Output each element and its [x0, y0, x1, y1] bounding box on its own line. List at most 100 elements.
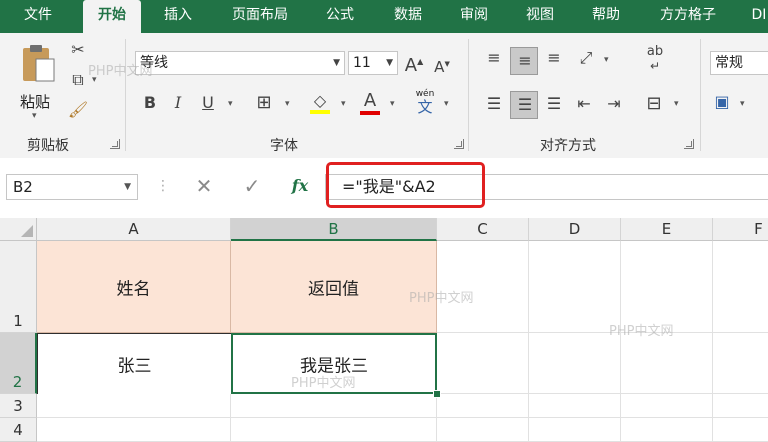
- italic-button[interactable]: I: [168, 92, 188, 114]
- tab-di[interactable]: DI: [744, 0, 768, 33]
- number-format-combo[interactable]: 常规: [710, 51, 768, 75]
- cell-f4[interactable]: [713, 418, 768, 442]
- clipboard-launcher-icon[interactable]: [110, 139, 120, 149]
- tab-data[interactable]: 数据: [382, 0, 434, 33]
- merge-center-icon[interactable]: ⊟: [642, 93, 666, 115]
- cell-c3[interactable]: [437, 394, 529, 418]
- chevron-down-icon: ▼: [124, 182, 131, 192]
- tab-formulas[interactable]: 公式: [314, 0, 366, 33]
- tab-page-layout[interactable]: 页面布局: [220, 0, 300, 33]
- number-format-value: 常规: [715, 55, 743, 71]
- font-group-label: 字体: [270, 138, 298, 154]
- orientation-icon[interactable]: ⤢: [574, 47, 598, 69]
- cell-d2[interactable]: [529, 333, 621, 394]
- cell-d3[interactable]: [529, 394, 621, 418]
- tab-file[interactable]: 文件: [12, 0, 64, 33]
- tab-fangfang[interactable]: 方方格子: [646, 0, 730, 33]
- column-header-c[interactable]: C: [437, 218, 529, 241]
- cell-e2[interactable]: [621, 333, 713, 394]
- fill-handle[interactable]: [433, 390, 441, 398]
- row-header-2[interactable]: 2: [0, 333, 37, 394]
- watermark: PHP中文网: [409, 291, 474, 306]
- underline-button[interactable]: U: [198, 92, 218, 114]
- chevron-down-icon: ▼: [333, 58, 340, 68]
- decrease-font-icon[interactable]: A▼: [430, 53, 454, 78]
- phonetic-glyph: 文: [417, 98, 433, 116]
- align-top-icon[interactable]: ≡: [482, 47, 506, 69]
- increase-indent-icon[interactable]: ⇥: [602, 93, 626, 115]
- row-header-4[interactable]: 4: [0, 418, 37, 442]
- font-color-dropdown-icon[interactable]: ▾: [390, 99, 395, 109]
- bold-button[interactable]: B: [140, 92, 160, 114]
- merge-dropdown-icon[interactable]: ▾: [674, 99, 679, 109]
- borders-dropdown-icon[interactable]: ▾: [285, 99, 290, 109]
- cell-a2[interactable]: 张三: [37, 333, 232, 395]
- align-center-button[interactable]: ☰: [510, 91, 538, 119]
- cell-c4[interactable]: [437, 418, 529, 442]
- cell-b1[interactable]: 返回值: [231, 241, 437, 333]
- font-launcher-icon[interactable]: [454, 139, 464, 149]
- insert-function-button[interactable]: fx: [286, 175, 314, 197]
- cell-e4[interactable]: [621, 418, 713, 442]
- cell-d4[interactable]: [529, 418, 621, 442]
- format-painter-icon[interactable]: 🖌: [66, 99, 90, 121]
- cancel-icon[interactable]: ✕: [192, 175, 216, 197]
- font-size-combo[interactable]: 11 ▼: [348, 51, 398, 75]
- accounting-format-icon[interactable]: ▣: [710, 91, 734, 113]
- copy-icon[interactable]: ⧉: [66, 69, 90, 91]
- fill-color-icon[interactable]: ◇: [308, 90, 332, 114]
- paste-button[interactable]: 粘贴 ▾: [18, 41, 58, 121]
- tab-review[interactable]: 审阅: [448, 0, 500, 33]
- column-header-e[interactable]: E: [621, 218, 713, 241]
- cell-a1[interactable]: 姓名: [37, 241, 231, 333]
- cell-a3[interactable]: [37, 394, 231, 418]
- cell-d1[interactable]: [529, 241, 621, 333]
- clipboard-group-label: 剪贴板: [27, 138, 69, 154]
- select-all-button[interactable]: [0, 218, 37, 241]
- tab-help[interactable]: 帮助: [580, 0, 632, 33]
- cell-c2[interactable]: [437, 333, 529, 394]
- formula-buttons: ✕ ✓ fx: [180, 174, 325, 200]
- cell-f3[interactable]: [713, 394, 768, 418]
- tab-home[interactable]: 开始: [83, 0, 141, 33]
- column-header-d[interactable]: D: [529, 218, 621, 241]
- font-color-bar: [360, 111, 380, 115]
- row-header-1[interactable]: 1: [0, 241, 37, 333]
- decrease-indent-icon[interactable]: ⇤: [572, 93, 596, 115]
- column-header-a[interactable]: A: [37, 218, 231, 241]
- borders-icon[interactable]: ⊞: [252, 92, 276, 114]
- orientation-dropdown-icon[interactable]: ▾: [604, 55, 609, 65]
- increase-font-icon[interactable]: A▲: [402, 51, 426, 77]
- name-box[interactable]: B2 ▼: [6, 174, 138, 200]
- cell-b3[interactable]: [231, 394, 437, 418]
- underline-dropdown-icon[interactable]: ▾: [228, 99, 233, 109]
- fill-color-dropdown-icon[interactable]: ▾: [341, 99, 346, 109]
- divider: [468, 39, 469, 151]
- font-color-button[interactable]: A: [358, 90, 382, 115]
- font-size-value: 11: [353, 55, 371, 71]
- tab-insert[interactable]: 插入: [152, 0, 204, 33]
- font-name-combo[interactable]: 等线 ▼: [135, 51, 345, 75]
- align-left-icon[interactable]: ☰: [482, 93, 506, 115]
- column-header-f[interactable]: F: [713, 218, 768, 241]
- align-middle-button[interactable]: ≡: [510, 47, 538, 75]
- phonetic-button[interactable]: wén 文: [412, 89, 438, 119]
- cell-f2[interactable]: [713, 333, 768, 394]
- phonetic-dropdown-icon[interactable]: ▾: [444, 99, 449, 109]
- cut-icon[interactable]: ✂: [66, 39, 90, 61]
- cell-f1[interactable]: [713, 241, 768, 333]
- column-header-b[interactable]: B: [231, 218, 437, 241]
- enter-icon[interactable]: ✓: [240, 175, 264, 197]
- cell-b4[interactable]: [231, 418, 437, 442]
- cell-e3[interactable]: [621, 394, 713, 418]
- alignment-launcher-icon[interactable]: [684, 139, 694, 149]
- tab-view[interactable]: 视图: [514, 0, 566, 33]
- align-right-icon[interactable]: ☰: [542, 93, 566, 115]
- watermark: PHP中文网: [609, 324, 674, 339]
- align-center-icon: ☰: [517, 95, 533, 114]
- cell-a4[interactable]: [37, 418, 231, 442]
- accounting-dropdown-icon[interactable]: ▾: [740, 99, 745, 109]
- wrap-text-icon[interactable]: ab ↵: [642, 45, 668, 74]
- row-header-3[interactable]: 3: [0, 394, 37, 418]
- align-bottom-icon[interactable]: ≡: [542, 47, 566, 69]
